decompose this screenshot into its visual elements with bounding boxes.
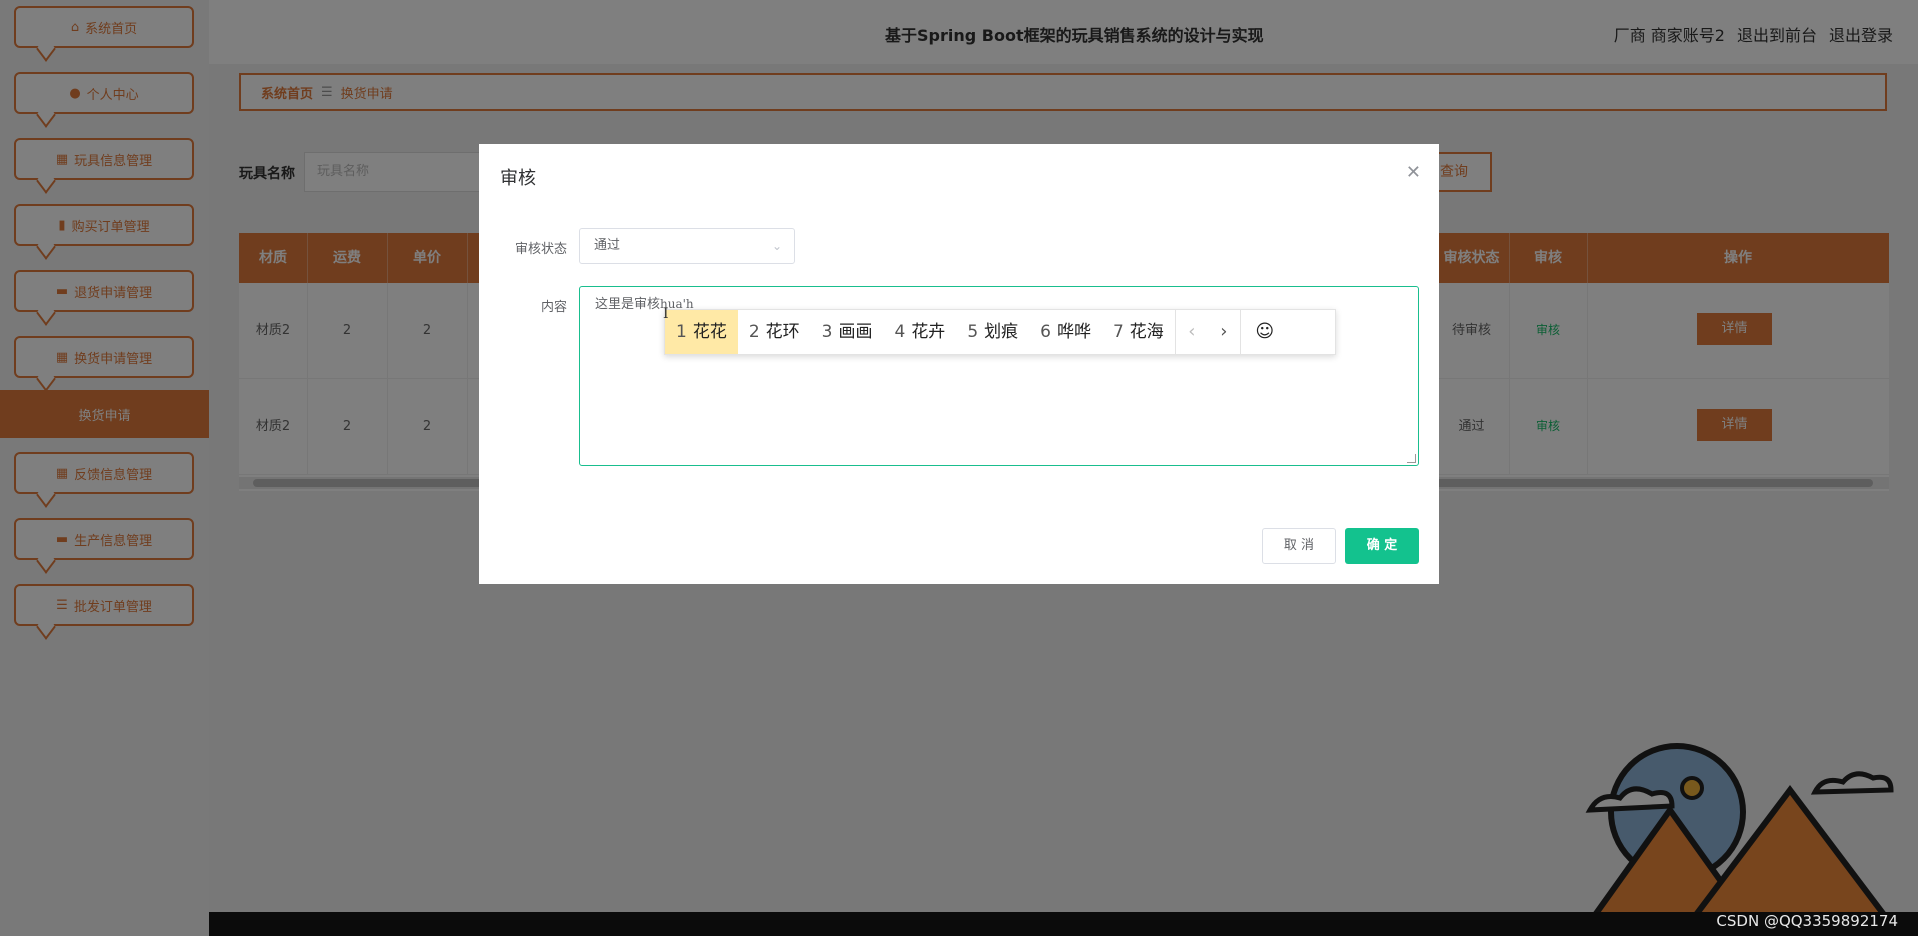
text-cursor-icon: I <box>663 306 669 322</box>
ime-next-icon[interactable]: › <box>1208 310 1240 354</box>
resize-handle-icon[interactable] <box>1407 454 1416 463</box>
watermark: CSDN @QQ3359892174 <box>1716 912 1898 930</box>
status-label: 审核状态 <box>514 242 567 257</box>
audit-dialog: 审核 ✕ 审核状态 通过 ⌄ 内容 这里是审核hua'h 取 消 确 定 <box>479 144 1439 584</box>
cancel-button[interactable]: 取 消 <box>1262 528 1336 564</box>
ime-candidate[interactable]: 1 花花 <box>665 310 738 354</box>
content-text: 这里是审核 <box>595 297 661 312</box>
close-icon[interactable]: ✕ <box>1406 162 1421 183</box>
ime-candidate[interactable]: 4 花卉 <box>883 310 956 354</box>
ime-candidate[interactable]: 5 划痕 <box>956 310 1029 354</box>
status-select-value: 通过 <box>594 238 621 253</box>
chevron-down-icon: ⌄ <box>771 239 782 253</box>
status-select[interactable]: 通过 ⌄ <box>579 228 795 264</box>
emoji-icon[interactable]: ☺ <box>1239 310 1289 354</box>
ime-prev-icon[interactable]: ‹ <box>1174 310 1208 354</box>
confirm-button[interactable]: 确 定 <box>1345 528 1419 564</box>
content-label: 内容 <box>540 300 567 315</box>
ime-candidate[interactable]: 6 哗哗 <box>1029 310 1102 354</box>
ime-candidate-bar: 1 花花 2 花环 3 画画 4 花卉 5 划痕 6 哗哗 7 花海 ‹ › ☺ <box>664 309 1336 355</box>
ime-candidate[interactable]: 3 画画 <box>811 310 884 354</box>
bottom-bar <box>209 912 1918 936</box>
dialog-title: 审核 <box>500 168 536 189</box>
ime-candidate[interactable]: 7 花海 <box>1102 310 1175 354</box>
ime-candidate[interactable]: 2 花环 <box>738 310 811 354</box>
